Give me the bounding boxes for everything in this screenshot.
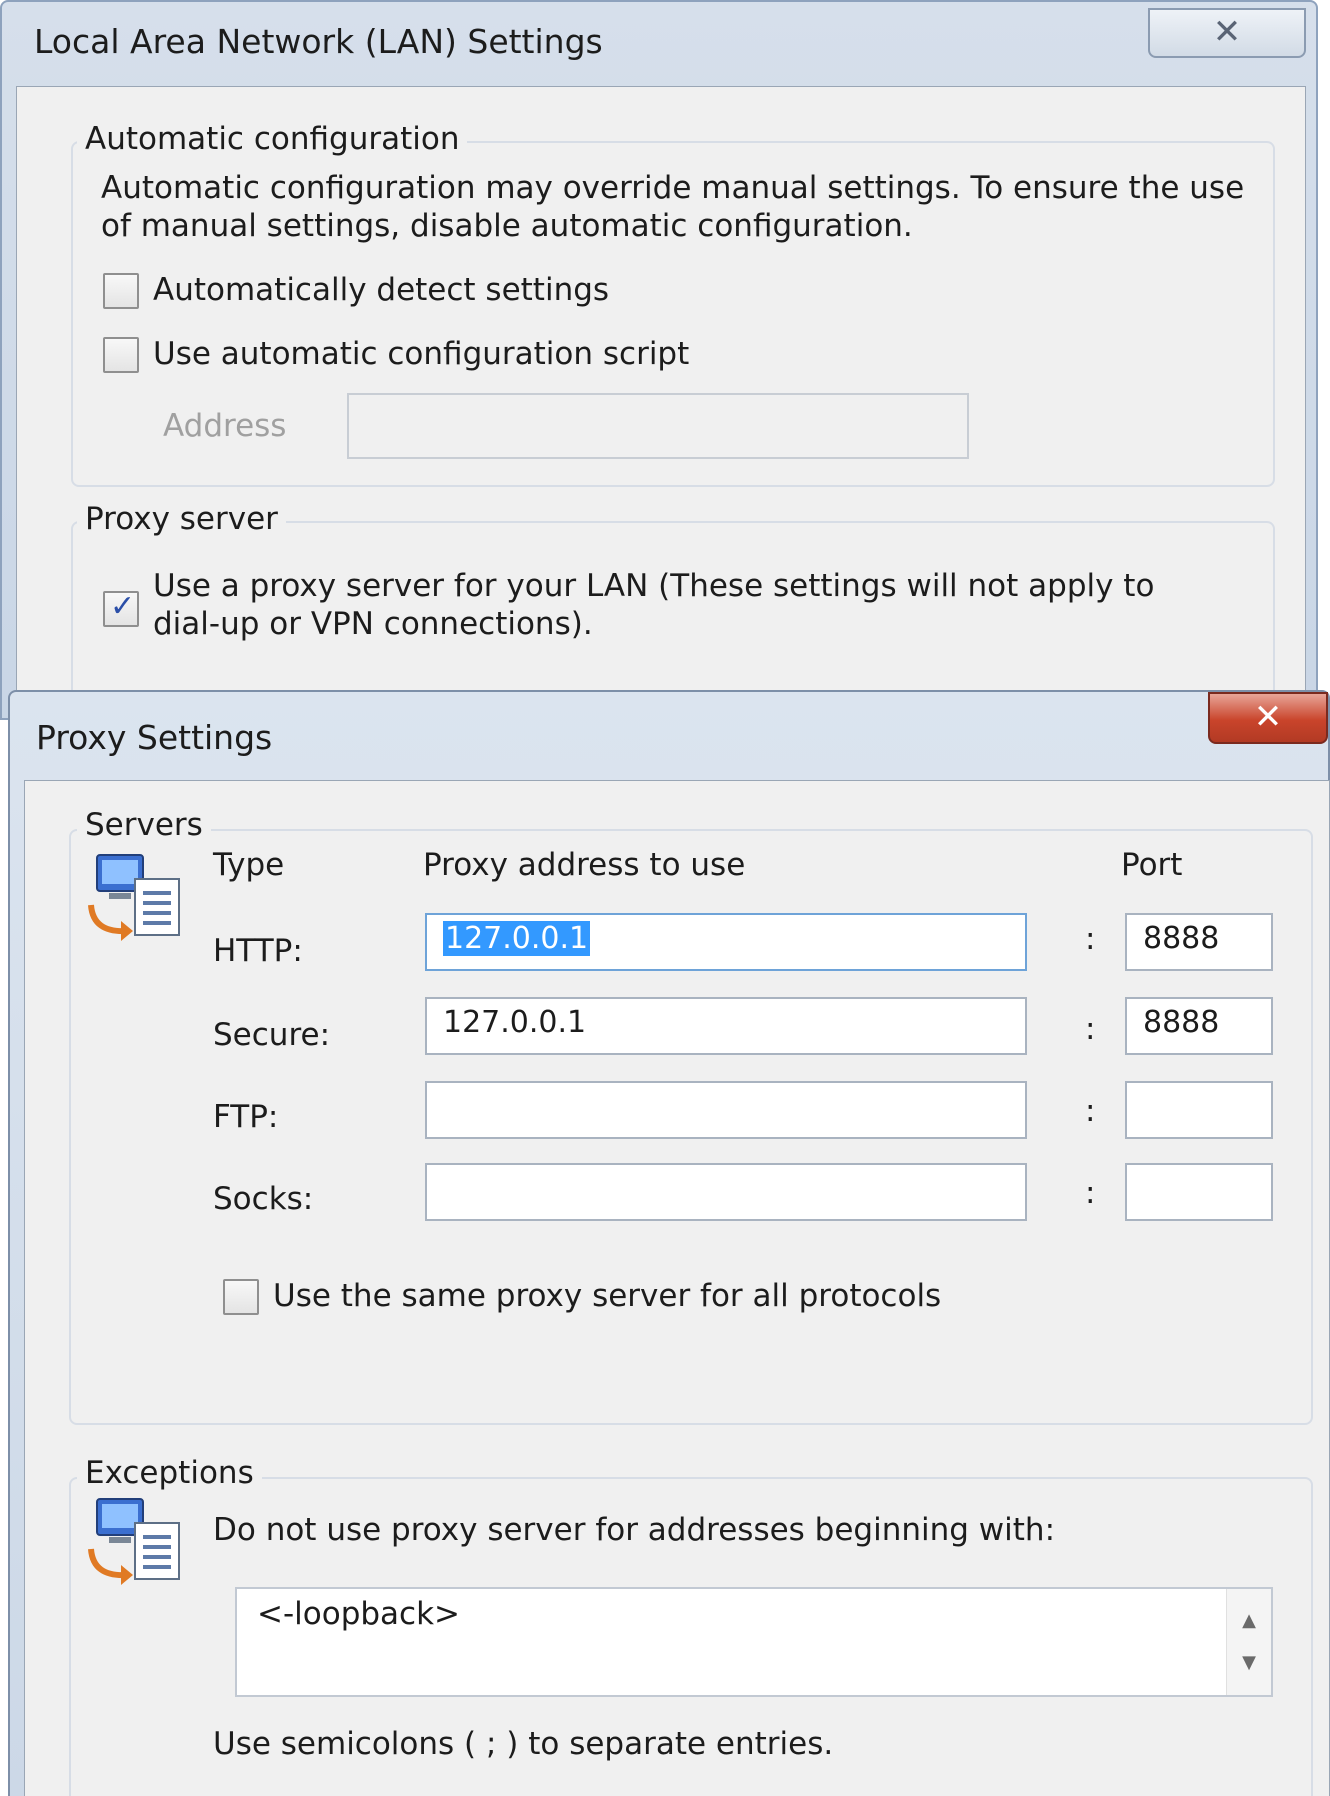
http-port-separator: :	[1085, 921, 1096, 957]
auto-config-description: Automatic configuration may override man…	[101, 170, 1245, 244]
use-proxy-label[interactable]: Use a proxy server for your LAN (These s…	[153, 567, 1273, 643]
network-settings-icon	[88, 1498, 180, 1585]
lan-client-area: Automatic configuration Automatic config…	[16, 86, 1306, 761]
ftp-port-input[interactable]	[1125, 1081, 1273, 1139]
ftp-port-separator: :	[1085, 1093, 1096, 1129]
address-input[interactable]	[347, 393, 969, 459]
use-script-label[interactable]: Use automatic configuration script	[153, 335, 689, 373]
network-settings-icon	[88, 854, 180, 941]
servers-group-label: Servers	[77, 807, 211, 843]
exceptions-hint: Use semicolons ( ; ) to separate entries…	[213, 1726, 834, 1762]
http-address-selection: 127.0.0.1	[443, 921, 591, 956]
address-label: Address	[163, 408, 287, 444]
same-proxy-label[interactable]: Use the same proxy server for all protoc…	[273, 1277, 941, 1315]
http-port-input[interactable]: 8888	[1125, 913, 1273, 971]
exceptions-scrollbar[interactable]: ▲ ▼	[1226, 1589, 1271, 1695]
screen: Local Area Network (LAN) Settings ✕ Auto…	[0, 0, 1330, 1796]
exceptions-textarea[interactable]: <-loopback> ▲ ▼	[235, 1587, 1273, 1697]
auto-detect-label[interactable]: Automatically detect settings	[153, 271, 609, 309]
proxy-window-title: Proxy Settings	[36, 718, 273, 757]
lan-settings-window: Local Area Network (LAN) Settings ✕ Auto…	[0, 0, 1318, 761]
proxy-settings-window: Proxy Settings ✕ Servers Type Proxy addr…	[8, 690, 1330, 1796]
secure-label: Secure:	[213, 1017, 331, 1053]
proxy-close-button[interactable]: ✕	[1208, 692, 1328, 744]
socks-port-input[interactable]	[1125, 1163, 1273, 1221]
auto-config-group-label: Automatic configuration	[77, 121, 468, 157]
same-proxy-checkbox[interactable]	[223, 1279, 259, 1315]
column-address-header: Proxy address to use	[423, 847, 746, 883]
scroll-up-icon[interactable]: ▲	[1227, 1601, 1271, 1641]
socks-address-input[interactable]	[425, 1163, 1027, 1221]
scroll-down-icon[interactable]: ▼	[1227, 1643, 1271, 1683]
ftp-label: FTP:	[213, 1099, 279, 1135]
use-script-checkbox[interactable]	[103, 337, 139, 373]
use-proxy-label-line2: dial-up or VPN connections).	[153, 606, 593, 642]
proxy-server-group-label: Proxy server	[77, 501, 286, 537]
auto-detect-checkbox[interactable]	[103, 273, 139, 309]
exceptions-group-label: Exceptions	[77, 1455, 262, 1491]
socks-label: Socks:	[213, 1181, 314, 1217]
lan-close-button[interactable]: ✕	[1148, 8, 1306, 58]
use-proxy-checkbox[interactable]	[103, 589, 139, 627]
exceptions-description: Do not use proxy server for addresses be…	[213, 1512, 1056, 1548]
column-port-header: Port	[1121, 847, 1183, 883]
column-type-header: Type	[213, 847, 285, 883]
exceptions-value: <-loopback>	[257, 1596, 461, 1632]
secure-address-input[interactable]: 127.0.0.1	[425, 997, 1027, 1055]
use-proxy-label-line1: Use a proxy server for your LAN (These s…	[153, 568, 1155, 604]
http-label: HTTP:	[213, 933, 303, 969]
proxy-client-area: Servers Type Proxy address to use Port H…	[24, 780, 1330, 1796]
secure-port-input[interactable]: 8888	[1125, 997, 1273, 1055]
secure-port-separator: :	[1085, 1011, 1096, 1047]
ftp-address-input[interactable]	[425, 1081, 1027, 1139]
socks-port-separator: :	[1085, 1175, 1096, 1211]
http-address-input[interactable]: 127.0.0.1	[425, 913, 1027, 971]
lan-window-title: Local Area Network (LAN) Settings	[34, 22, 603, 61]
